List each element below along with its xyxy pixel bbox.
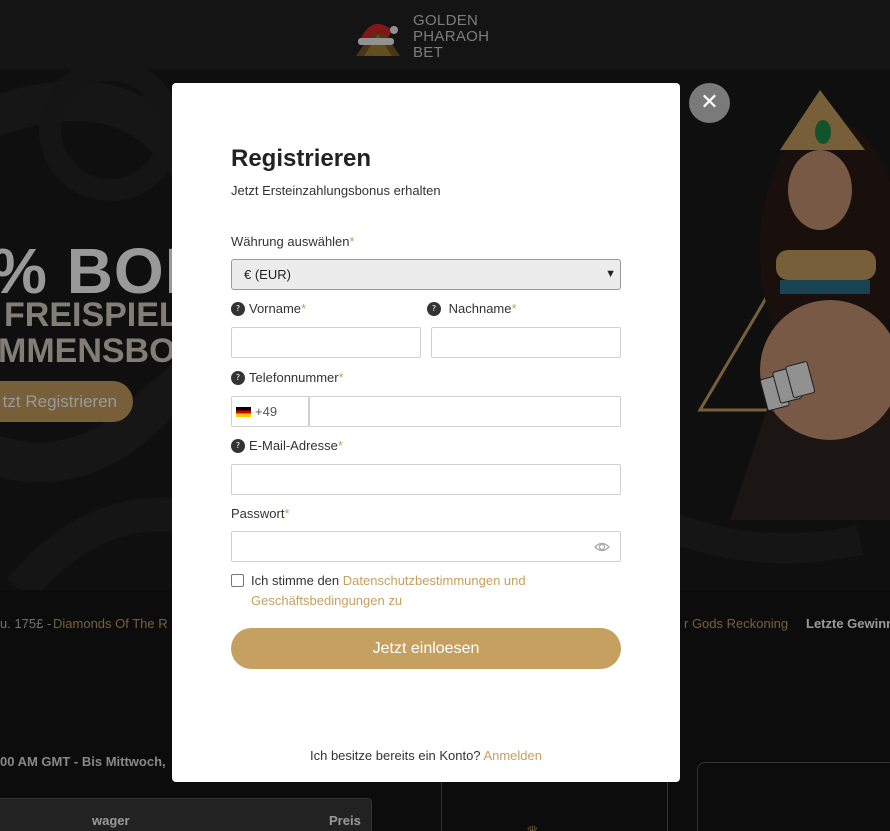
phone-prefix-value: +49 xyxy=(255,404,278,419)
currency-label: Währung auswählen* xyxy=(231,234,355,249)
modal-title: Registrieren xyxy=(231,145,372,172)
terms-prefix: Ich stimme den xyxy=(251,573,340,588)
email-label: ? E-Mail-Adresse* xyxy=(231,438,343,453)
submit-button[interactable]: Jetzt einloesen xyxy=(231,628,621,669)
help-icon[interactable]: ? xyxy=(427,302,441,316)
login-prompt-text: Ich besitze bereits ein Konto? xyxy=(309,748,481,763)
germany-flag-icon xyxy=(236,407,251,417)
phone-label-text: Telefonnummer xyxy=(249,370,339,385)
firstname-label-text: Vorname xyxy=(249,301,302,316)
email-field[interactable] xyxy=(231,464,621,495)
help-icon[interactable]: ? xyxy=(231,439,245,453)
required-mark: * xyxy=(337,438,343,453)
required-mark: * xyxy=(284,506,290,521)
firstname-label: ? Vorname* xyxy=(231,301,306,316)
currency-select[interactable]: € (EUR) ▼ xyxy=(231,259,621,290)
chevron-down-icon: ▼ xyxy=(605,268,616,280)
login-prompt: Ich besitze bereits ein Konto? Anmelden xyxy=(172,748,680,763)
help-icon[interactable]: ? xyxy=(231,371,245,385)
required-mark: * xyxy=(511,301,517,316)
currency-select-value: € (EUR) xyxy=(244,267,291,282)
password-label: Passwort* xyxy=(231,506,290,521)
firstname-field[interactable] xyxy=(231,327,421,358)
password-field[interactable] xyxy=(231,531,621,562)
password-label-text: Passwort xyxy=(231,506,285,521)
terms-checkbox[interactable] xyxy=(231,574,244,587)
lastname-label-text: Nachname xyxy=(448,301,512,316)
close-icon[interactable]: ✕ xyxy=(689,83,730,123)
required-mark: * xyxy=(349,234,355,249)
modal-subtitle: Jetzt Ersteinzahlungsbonus erhalten xyxy=(231,183,441,198)
phone-country-select[interactable]: +49 xyxy=(231,396,309,427)
required-mark: * xyxy=(301,301,307,316)
required-mark: * xyxy=(338,370,344,385)
phone-field[interactable] xyxy=(309,396,621,427)
phone-label: ? Telefonnummer* xyxy=(231,370,344,385)
eye-icon[interactable] xyxy=(594,539,610,555)
terms-text: Ich stimme den Datenschutzbestimmungen u… xyxy=(251,571,591,611)
email-label-text: E-Mail-Adresse xyxy=(249,438,338,453)
registration-modal: Registrieren Jetzt Ersteinzahlungsbonus … xyxy=(172,83,680,782)
login-link[interactable]: Anmelden xyxy=(483,748,542,763)
lastname-field[interactable] xyxy=(431,327,621,358)
lastname-label: ? Nachname* xyxy=(427,301,517,316)
currency-label-text: Währung auswählen xyxy=(231,234,350,249)
help-icon[interactable]: ? xyxy=(231,302,245,316)
